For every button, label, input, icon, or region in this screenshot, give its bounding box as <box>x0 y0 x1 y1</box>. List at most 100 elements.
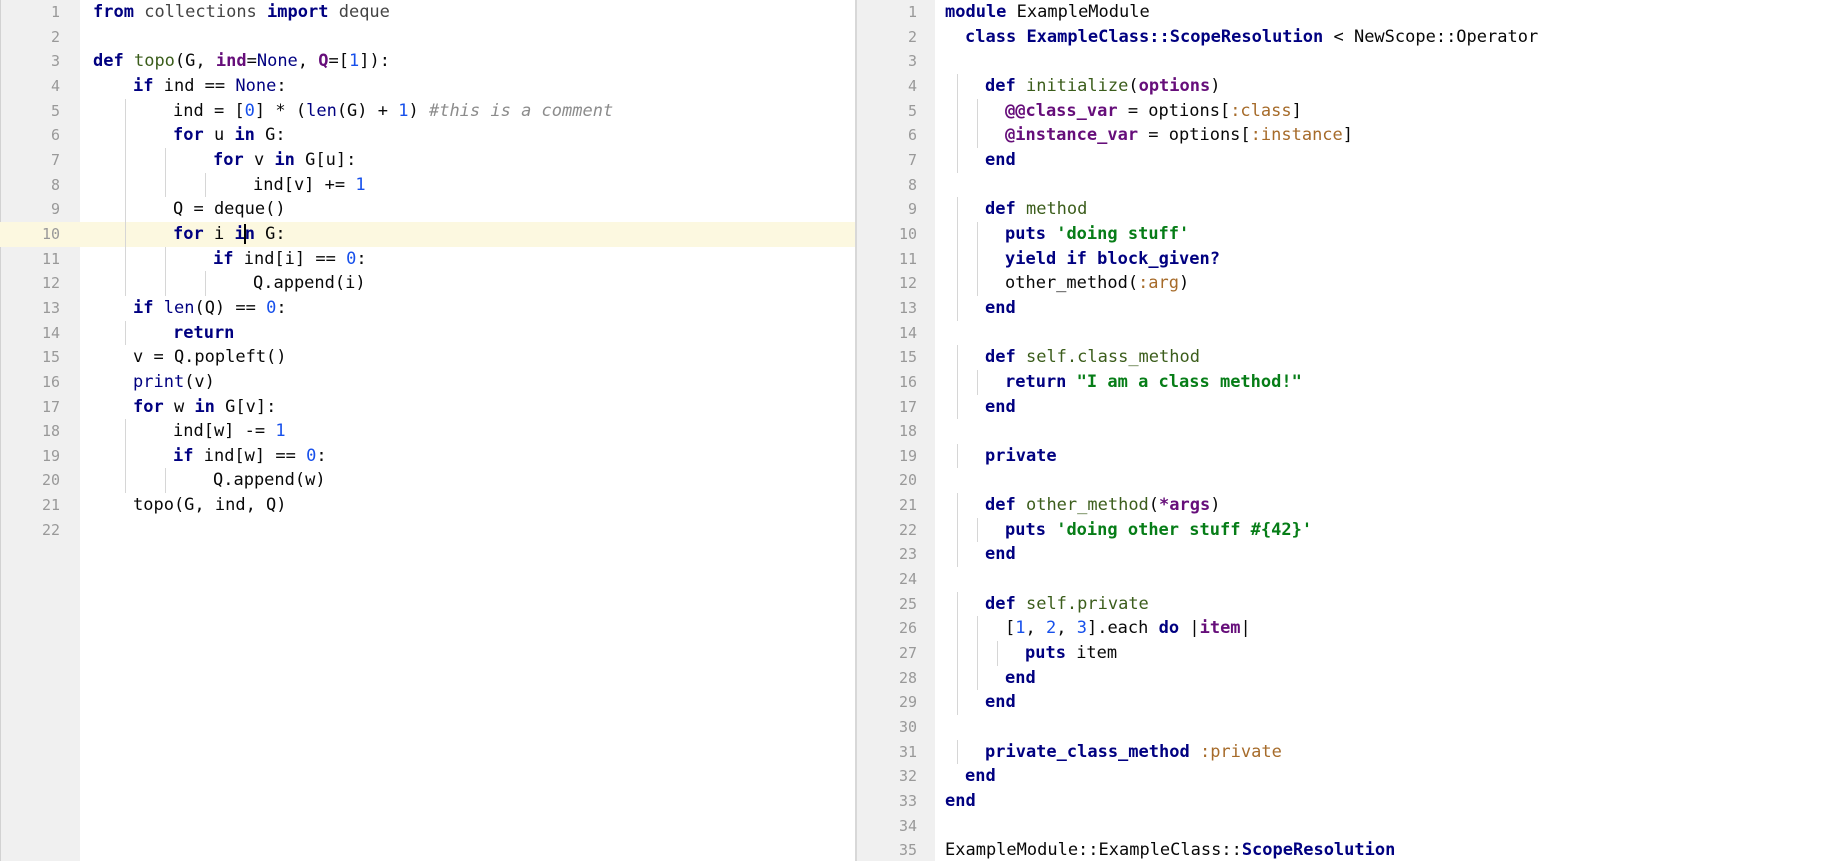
code-line[interactable]: 6 @instance_var = options[:instance] <box>857 123 1825 148</box>
code-text[interactable]: private_class_method :private <box>985 740 1282 765</box>
code-text[interactable]: if ind[w] == 0: <box>173 444 327 469</box>
code-line[interactable]: 7 for v in G[u]: <box>0 147 855 173</box>
code-line[interactable]: 1 from collections import deque <box>0 0 855 25</box>
code-text[interactable]: yield if block_given? <box>1005 247 1220 272</box>
editor-pane-python[interactable]: 1 from collections import deque 2 3 def topo… <box>0 0 855 861</box>
code-line[interactable]: 7 end <box>857 147 1825 173</box>
code-line[interactable]: 13 if len(Q) == 0: <box>0 296 855 321</box>
code-line[interactable]: 11 if ind[i] == 0: <box>0 246 855 272</box>
code-text[interactable]: @@class_var = options[:class] <box>1005 99 1302 124</box>
code-line[interactable]: 18 ind[w] -= 1 <box>0 419 855 444</box>
code-line[interactable]: 19 if ind[w] == 0: <box>0 443 855 469</box>
code-line[interactable]: 4 if ind == None: <box>0 74 855 99</box>
code-lines[interactable]: 1 module ExampleModule 2 class ExampleClass… <box>857 0 1825 861</box>
code-text[interactable]: ind = [0] * (len(G) + 1) #this is a comm… <box>173 99 613 124</box>
code-text[interactable]: if ind == None: <box>133 74 287 99</box>
code-line[interactable]: 12 other_method(:arg) <box>857 271 1825 296</box>
code-line[interactable]: 3 def topo(G, ind=None, Q=[1]): <box>0 49 855 74</box>
code-line[interactable]: 33 end <box>857 789 1825 814</box>
code-line[interactable]: 8 <box>857 173 1825 198</box>
code-text[interactable]: module ExampleModule <box>945 0 1150 25</box>
code-text[interactable]: return <box>173 321 234 346</box>
code-line[interactable]: 14 return <box>0 320 855 346</box>
code-text[interactable]: end <box>985 395 1016 420</box>
code-line[interactable]: 19 private <box>857 443 1825 469</box>
code-text[interactable]: Q.append(i) <box>253 271 366 296</box>
code-text[interactable]: topo(G, ind, Q) <box>133 493 287 518</box>
code-line[interactable]: 17 for w in G[v]: <box>0 395 855 420</box>
code-line[interactable]: 30 <box>857 715 1825 740</box>
code-text[interactable]: end <box>985 542 1016 567</box>
code-line[interactable]: 20 <box>857 468 1825 493</box>
code-line[interactable]: 28 end <box>857 665 1825 691</box>
code-text[interactable]: from collections import deque <box>93 0 390 25</box>
code-lines[interactable]: 1 from collections import deque 2 3 def topo… <box>0 0 855 542</box>
code-text[interactable]: ExampleModule::ExampleClass::ScopeResolu… <box>945 838 1395 861</box>
code-line[interactable]: 16 return "I am a class method!" <box>857 369 1825 395</box>
code-text[interactable]: end <box>985 296 1016 321</box>
code-line[interactable]: 14 <box>857 321 1825 346</box>
code-line[interactable]: 16 print(v) <box>0 370 855 395</box>
code-text[interactable]: @instance_var = options[:instance] <box>1005 123 1353 148</box>
code-line[interactable]: 15 v = Q.popleft() <box>0 345 855 370</box>
code-line[interactable]: 18 <box>857 419 1825 444</box>
code-line[interactable]: 31 private_class_method :private <box>857 739 1825 765</box>
code-line[interactable]: 26 [1, 2, 3].each do |item| <box>857 616 1825 642</box>
code-line[interactable]: 2 <box>0 25 855 50</box>
code-line[interactable]: 32 end <box>857 764 1825 789</box>
code-line[interactable]: 34 <box>857 814 1825 839</box>
code-line[interactable]: 10 puts 'doing stuff' <box>857 221 1825 247</box>
code-text[interactable]: return "I am a class method!" <box>1005 370 1302 395</box>
code-line[interactable]: 15 def self.class_method <box>857 345 1825 370</box>
code-line[interactable]: 22 <box>0 518 855 543</box>
code-line[interactable]: 22 puts 'doing other stuff #{42}' <box>857 517 1825 543</box>
code-text[interactable]: class ExampleClass::ScopeResolution < Ne… <box>965 25 1538 50</box>
code-text[interactable]: puts item <box>1025 641 1117 666</box>
code-text[interactable]: def self.private <box>985 592 1149 617</box>
code-line[interactable]: 21 def other_method(*args) <box>857 493 1825 518</box>
code-text[interactable]: def initialize(options) <box>985 74 1220 99</box>
code-text[interactable]: end <box>1005 666 1036 691</box>
code-line[interactable]: 1 module ExampleModule <box>857 0 1825 25</box>
code-text[interactable]: Q.append(w) <box>213 468 326 493</box>
code-text[interactable]: def self.class_method <box>985 345 1200 370</box>
code-line[interactable]: 5 ind = [0] * (len(G) + 1) #this is a com… <box>0 98 855 124</box>
code-text[interactable]: ind[v] += 1 <box>253 173 366 198</box>
code-line[interactable]: 6 for u in G: <box>0 123 855 148</box>
code-text[interactable]: end <box>945 789 976 814</box>
code-line[interactable]: 2 class ExampleClass::ScopeResolution < N… <box>857 25 1825 50</box>
code-text[interactable]: print(v) <box>133 370 215 395</box>
code-text[interactable]: end <box>985 690 1016 715</box>
code-line[interactable]: 13 end <box>857 295 1825 321</box>
code-text[interactable]: puts 'doing stuff' <box>1005 222 1189 247</box>
code-line[interactable]: 9 def method <box>857 197 1825 222</box>
code-line[interactable]: 21 topo(G, ind, Q) <box>0 493 855 518</box>
code-text[interactable]: end <box>985 148 1016 173</box>
code-line[interactable]: 3 <box>857 49 1825 74</box>
code-line[interactable]: 23 end <box>857 542 1825 568</box>
code-text[interactable]: for v in G[u]: <box>213 148 356 173</box>
code-text[interactable]: for w in G[v]: <box>133 395 276 420</box>
code-text[interactable]: for i in G: <box>173 222 286 247</box>
editor-pane-ruby[interactable]: 1 module ExampleModule 2 class ExampleClass… <box>857 0 1825 861</box>
code-line[interactable]: 8 ind[v] += 1 <box>0 172 855 198</box>
code-line[interactable]: 9 Q = deque() <box>0 197 855 222</box>
code-text[interactable]: other_method(:arg) <box>1005 271 1189 296</box>
code-text[interactable]: def other_method(*args) <box>985 493 1220 518</box>
code-text[interactable]: private <box>985 444 1057 469</box>
code-line[interactable]: 24 <box>857 567 1825 592</box>
code-text[interactable]: def method <box>985 197 1087 222</box>
code-text[interactable]: ind[w] -= 1 <box>173 419 286 444</box>
code-text[interactable]: [1, 2, 3].each do |item| <box>1005 616 1251 641</box>
code-line[interactable]: 29 end <box>857 690 1825 716</box>
code-text[interactable]: def topo(G, ind=None, Q=[1]): <box>93 49 390 74</box>
code-text[interactable]: Q = deque() <box>173 197 286 222</box>
code-line[interactable]: 25 def self.private <box>857 591 1825 617</box>
code-line[interactable]: 12 Q.append(i) <box>0 271 855 296</box>
code-line[interactable]: 35 ExampleModule::ExampleClass::ScopeReso… <box>857 838 1825 861</box>
code-text[interactable]: v = Q.popleft() <box>133 345 287 370</box>
code-text[interactable]: if len(Q) == 0: <box>133 296 287 321</box>
code-line[interactable]: 11 yield if block_given? <box>857 246 1825 272</box>
code-line[interactable]: 17 end <box>857 394 1825 420</box>
code-line[interactable]: 5 @@class_var = options[:class] <box>857 98 1825 124</box>
